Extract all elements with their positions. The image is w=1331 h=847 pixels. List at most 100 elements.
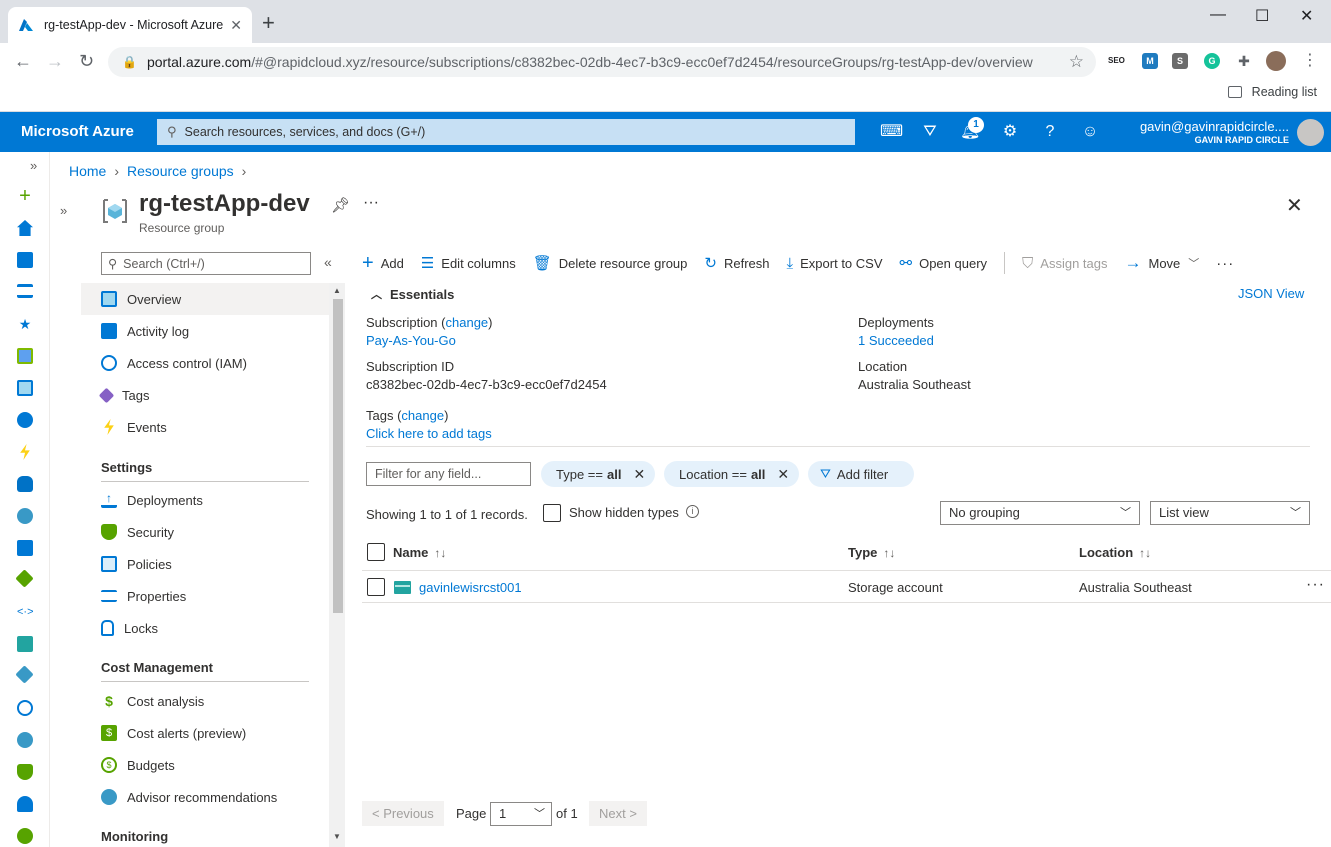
create-resource-icon[interactable]: +: [17, 186, 33, 206]
new-tab-button[interactable]: +: [262, 12, 275, 34]
menu-item-iam[interactable]: Access control (IAM): [81, 347, 329, 379]
column-header-type[interactable]: Type ↑↓: [848, 545, 895, 560]
essentials-toggle[interactable]: ︿ Essentials: [371, 286, 454, 302]
security-center-icon[interactable]: [17, 764, 33, 780]
close-blade-icon[interactable]: ✕: [1286, 193, 1303, 218]
resource-name-link[interactable]: gavinlewisrcst001: [419, 580, 522, 595]
address-bar[interactable]: 🔒 portal.azure.com/#@rapidcloud.xyz/reso…: [108, 47, 1096, 77]
browser-menu-icon[interactable]: ⋮: [1302, 51, 1318, 71]
collapse-menu-icon[interactable]: «: [324, 254, 332, 270]
show-hidden-label[interactable]: Show hidden types: [569, 505, 679, 520]
account-info[interactable]: gavin@gavinrapidcircle.... GAVIN RAPID C…: [1140, 119, 1289, 145]
refresh-button[interactable]: ↻ Refresh: [704, 254, 769, 272]
subscription-change-link[interactable]: change: [446, 315, 489, 330]
scroll-down-icon[interactable]: ▼: [333, 832, 341, 841]
more-commands-button[interactable]: ···: [1216, 255, 1234, 272]
tags-change-link[interactable]: change: [401, 408, 444, 423]
assign-tags-button[interactable]: ⛉ Assign tags: [1022, 255, 1107, 272]
menu-scrollbar-thumb[interactable]: [333, 299, 343, 613]
view-dropdown[interactable]: List view ﹀: [1150, 501, 1310, 525]
pin-icon[interactable]: 📌︎: [331, 196, 350, 214]
minimize-icon[interactable]: —: [1210, 6, 1226, 24]
profile-avatar-icon[interactable]: [1266, 51, 1286, 71]
menu-item-deployments[interactable]: ↑ Deployments: [81, 484, 329, 516]
breadcrumb-resource-groups[interactable]: Resource groups: [127, 163, 234, 179]
extension-ml-icon[interactable]: M: [1142, 53, 1158, 69]
type-filter-pill[interactable]: Type == all ✕: [541, 461, 656, 487]
avatar[interactable]: [1297, 119, 1324, 146]
extension-seo-icon[interactable]: SEO: [1108, 53, 1125, 69]
menu-item-cost-analysis[interactable]: $ Cost analysis: [81, 685, 329, 717]
location-filter-pill[interactable]: Location == all ✕: [664, 461, 800, 487]
previous-page-button[interactable]: < Previous: [362, 801, 444, 826]
add-button[interactable]: + Add: [362, 252, 404, 275]
menu-item-overview[interactable]: Overview: [81, 283, 329, 315]
reload-icon[interactable]: ↻: [79, 51, 94, 71]
app-services-icon[interactable]: [17, 412, 33, 428]
dashboard-icon[interactable]: [17, 252, 33, 268]
menu-item-policies[interactable]: Policies: [81, 548, 329, 580]
menu-item-properties[interactable]: Properties: [81, 580, 329, 612]
directory-filter-icon[interactable]: ⛛: [920, 122, 940, 142]
add-tags-link[interactable]: Click here to add tags: [366, 426, 492, 441]
maximize-icon[interactable]: ☐: [1255, 6, 1269, 26]
settings-gear-icon[interactable]: ⚙: [1000, 122, 1020, 142]
feedback-smiley-icon[interactable]: ☺: [1080, 122, 1100, 142]
storage-accounts-icon[interactable]: [17, 636, 33, 652]
remove-filter-icon[interactable]: ✕: [777, 466, 789, 483]
subscription-value-link[interactable]: Pay-As-You-Go: [366, 333, 456, 348]
breadcrumb-home[interactable]: Home: [69, 163, 106, 179]
menu-item-tags[interactable]: Tags: [81, 379, 329, 411]
select-all-checkbox[interactable]: [367, 543, 385, 561]
grammarly-icon[interactable]: G: [1204, 53, 1220, 69]
monitor-icon[interactable]: [17, 700, 33, 716]
menu-item-advisor[interactable]: Advisor recommendations: [81, 781, 329, 813]
info-icon[interactable]: i: [686, 505, 699, 518]
close-tab-icon[interactable]: ✕: [230, 17, 242, 34]
cosmos-db-icon[interactable]: [17, 508, 33, 524]
column-header-name[interactable]: Name ↑↓: [393, 545, 446, 560]
menu-item-cost-alerts[interactable]: $ Cost alerts (preview): [81, 717, 329, 749]
page-select[interactable]: 1 ﹀: [490, 802, 552, 826]
expand-menu-icon[interactable]: »: [30, 158, 37, 173]
scroll-up-icon[interactable]: ▲: [333, 286, 341, 295]
next-page-button[interactable]: Next >: [589, 801, 647, 826]
forward-icon[interactable]: →: [46, 51, 64, 71]
menu-search-input[interactable]: ⚲ Search (Ctrl+/): [101, 252, 311, 275]
menu-item-events[interactable]: Events: [81, 411, 329, 443]
all-services-icon[interactable]: [17, 284, 33, 298]
back-icon[interactable]: ←: [14, 51, 32, 71]
help-support-icon[interactable]: [17, 796, 33, 812]
add-filter-button[interactable]: ⛛ Add filter: [808, 461, 914, 487]
cloud-shell-icon[interactable]: ⌨: [880, 122, 903, 142]
sql-databases-icon[interactable]: [17, 476, 33, 492]
extension-s-icon[interactable]: S: [1172, 53, 1188, 69]
column-header-location[interactable]: Location ↑↓: [1079, 545, 1151, 560]
more-options-icon[interactable]: ···: [363, 194, 379, 212]
all-resources-icon[interactable]: [17, 348, 33, 364]
export-csv-button[interactable]: ⤓ Export to CSV: [787, 255, 883, 272]
virtual-machines-icon[interactable]: [17, 540, 33, 556]
menu-item-security[interactable]: Security: [81, 516, 329, 548]
help-icon[interactable]: ?: [1040, 122, 1060, 142]
menu-item-locks[interactable]: Locks: [81, 612, 329, 644]
open-query-button[interactable]: ⚯ Open query: [900, 254, 988, 272]
row-more-icon[interactable]: ···: [1306, 576, 1325, 594]
browser-tab[interactable]: rg-testApp-dev - Microsoft Azure ✕: [8, 7, 252, 43]
filter-input[interactable]: Filter for any field...: [366, 462, 531, 486]
delete-resource-group-button[interactable]: 🗑︎ Delete resource group: [533, 254, 688, 272]
resource-groups-icon[interactable]: [17, 380, 33, 396]
reading-list-button[interactable]: Reading list: [1227, 85, 1317, 99]
virtual-networks-icon[interactable]: <·>: [17, 604, 34, 620]
json-view-link[interactable]: JSON View: [1238, 286, 1304, 301]
menu-item-activity-log[interactable]: Activity log: [81, 315, 329, 347]
advisor-icon[interactable]: [17, 732, 33, 748]
extensions-puzzle-icon[interactable]: ✚: [1236, 53, 1252, 69]
edit-columns-button[interactable]: ☰ Edit columns: [421, 254, 516, 272]
deployments-value-link[interactable]: 1 Succeeded: [858, 333, 934, 348]
bookmark-star-icon[interactable]: ☆: [1069, 52, 1084, 72]
azure-brand[interactable]: Microsoft Azure: [21, 123, 134, 140]
expand-blade-icon[interactable]: »: [60, 203, 67, 218]
close-window-icon[interactable]: ✕: [1300, 6, 1313, 26]
remove-filter-icon[interactable]: ✕: [633, 466, 645, 483]
